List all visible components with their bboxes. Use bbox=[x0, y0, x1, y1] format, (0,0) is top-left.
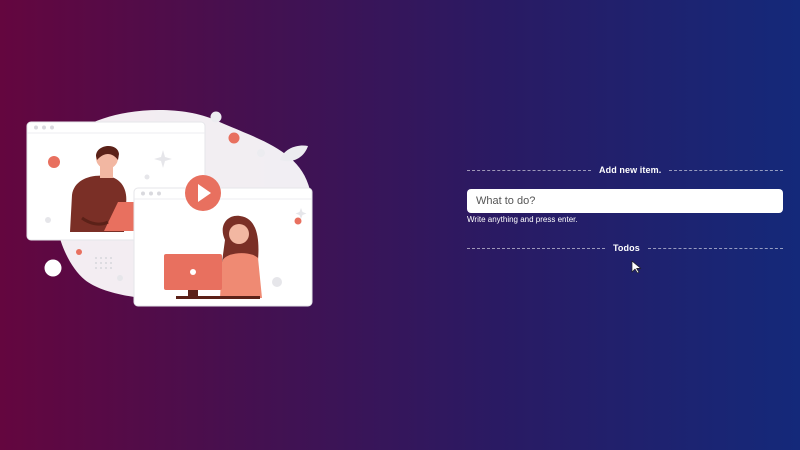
divider-line bbox=[467, 247, 605, 249]
todos-header: Todos bbox=[467, 243, 783, 253]
divider-line bbox=[647, 247, 783, 249]
add-item-title: Add new item. bbox=[599, 165, 662, 175]
video-call-illustration bbox=[0, 0, 340, 330]
divider-line bbox=[467, 169, 591, 171]
todo-input[interactable] bbox=[467, 189, 783, 213]
mouse-pointer-icon bbox=[631, 260, 642, 279]
divider-line bbox=[669, 169, 783, 171]
add-item-header: Add new item. bbox=[467, 165, 783, 175]
input-hint: Write anything and press enter. bbox=[467, 215, 578, 224]
todos-title: Todos bbox=[613, 243, 640, 253]
